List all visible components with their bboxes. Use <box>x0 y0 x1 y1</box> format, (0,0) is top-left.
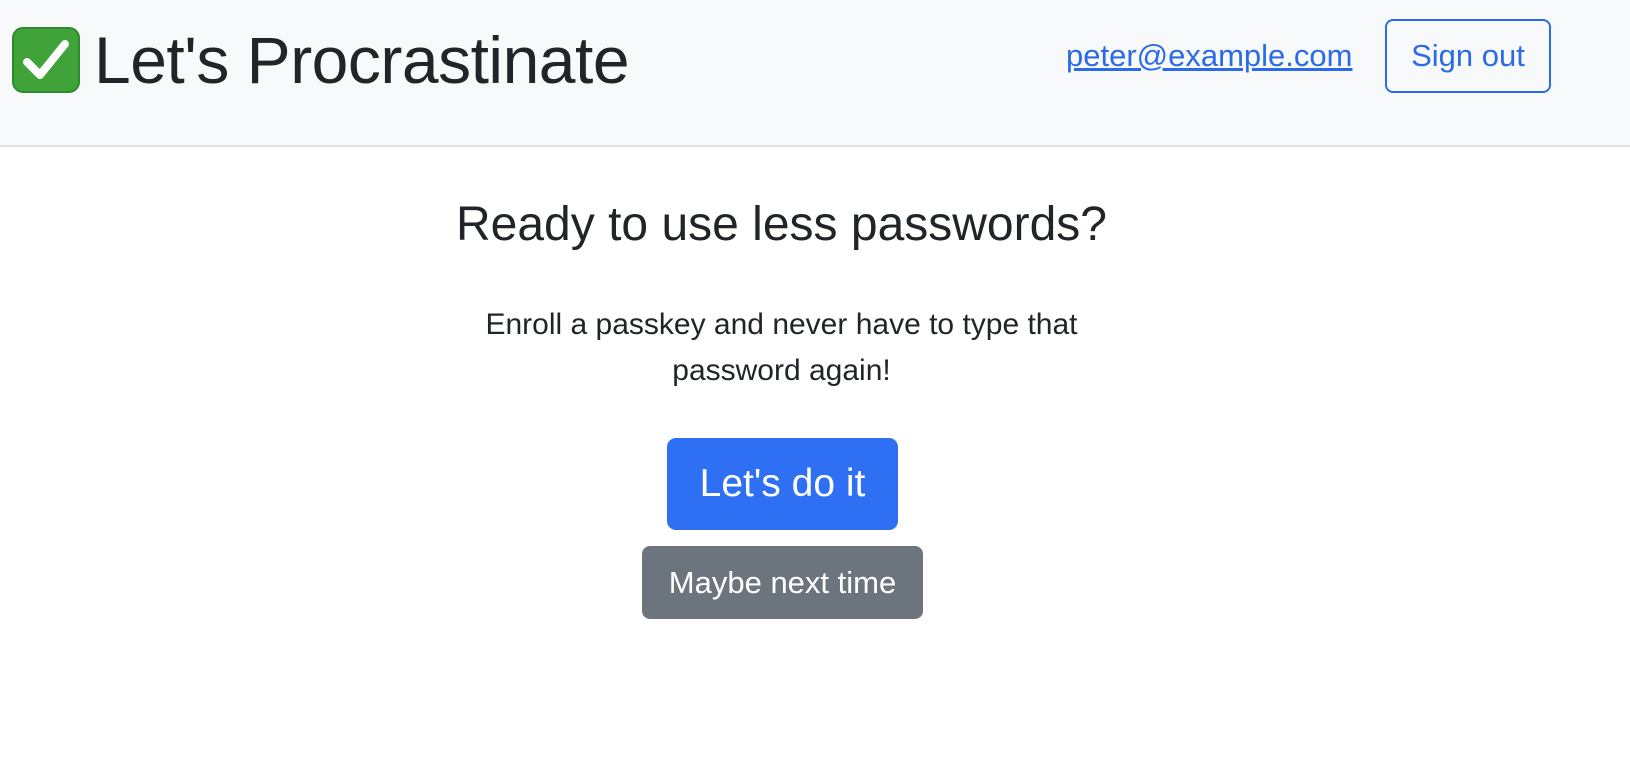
enroll-passkey-button[interactable]: Let's do it <box>667 438 898 530</box>
user-email-link[interactable]: peter@example.com <box>1066 36 1352 76</box>
maybe-next-time-button[interactable]: Maybe next time <box>642 546 923 619</box>
brand-title: Let's Procrastinate <box>94 23 630 97</box>
brand[interactable]: Let's Procrastinate <box>12 23 630 97</box>
check-mark-icon <box>12 27 80 93</box>
description-text: Enroll a passkey and never have to type … <box>485 308 1078 387</box>
navbar: Let's Procrastinate peter@example.com Si… <box>0 0 1630 147</box>
sign-out-button[interactable]: Sign out <box>1385 19 1551 93</box>
page-heading: Ready to use less passwords? <box>456 198 1107 251</box>
